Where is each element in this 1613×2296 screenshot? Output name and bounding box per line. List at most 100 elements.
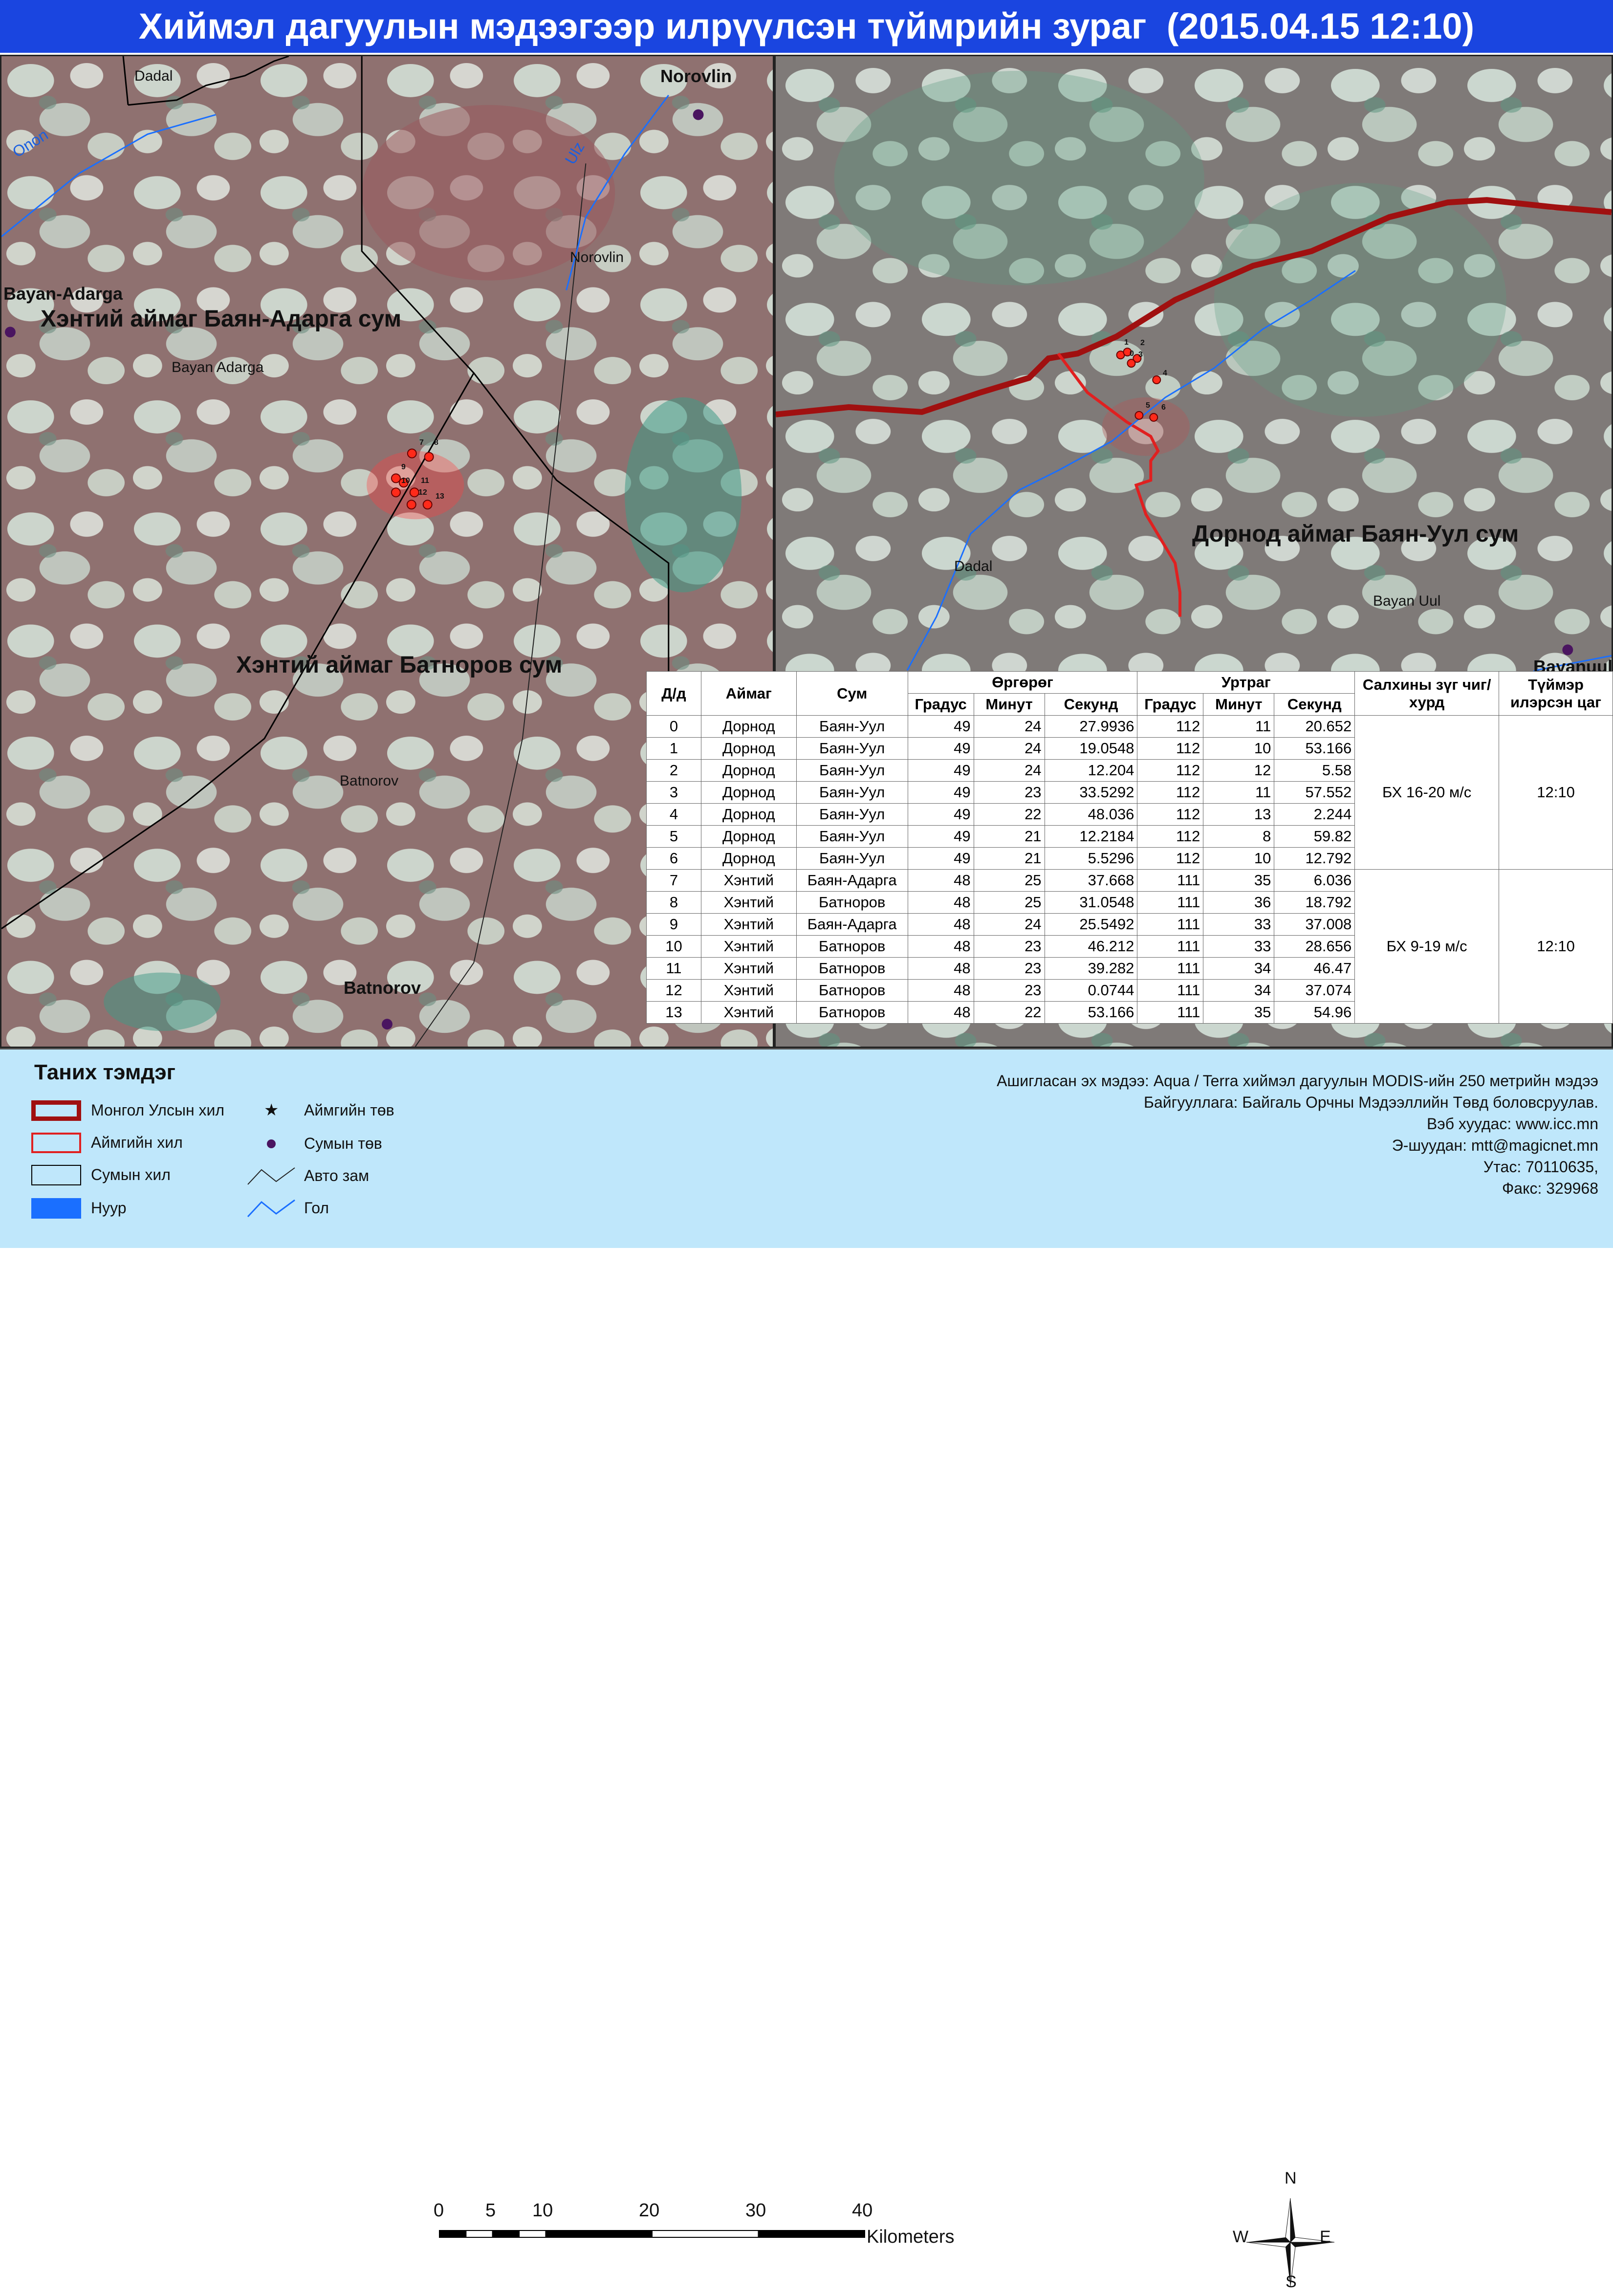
cell-lon-min: 10 <box>1203 737 1275 760</box>
cell-lon-min: 13 <box>1203 803 1275 826</box>
scale-segment <box>492 2230 520 2238</box>
cell-lon-sec: 28.656 <box>1274 935 1355 958</box>
cell-aimag: Дорнод <box>700 781 797 804</box>
place-bayan-adarga: Bayan Adarga <box>172 359 264 375</box>
cell-id: 9 <box>646 913 701 936</box>
cell-lat-min: 21 <box>973 825 1045 848</box>
legend-label-road: Авто зам <box>304 1167 370 1184</box>
cell-soum: Баян-Уул <box>796 847 908 870</box>
cell-soum: Батноров <box>796 979 908 1002</box>
table-row: 7 Хэнтий Баян-Адарга 48 25 37.668 111 35… <box>646 869 1613 1024</box>
header-lon-sec: Секунд <box>1274 693 1355 716</box>
cell-lon-min: 36 <box>1203 891 1275 914</box>
legend-swatch-aimag-border <box>31 1133 81 1153</box>
scale-segment <box>519 2230 546 2238</box>
cell-soum: Баян-Уул <box>796 825 908 848</box>
cell-lat-min: 25 <box>973 891 1045 914</box>
fire-label: 2 <box>1140 339 1145 347</box>
cell-lat-min: 23 <box>973 979 1045 1002</box>
header-time: Түймэр илэрсэн цаг <box>1499 671 1613 716</box>
cell-id: 5 <box>646 825 701 848</box>
place-dadal-left: Dadal <box>134 68 173 84</box>
info-web: Вэб хуудас: www.icc.mn <box>1427 1115 1598 1133</box>
cell-lon-min: 12 <box>1203 759 1275 782</box>
cell-id: 6 <box>646 847 701 870</box>
star-icon: ★ <box>264 1101 279 1119</box>
cell-lat-deg: 48 <box>907 913 974 936</box>
cell-id: 1 <box>646 737 701 760</box>
cell-lat-deg: 49 <box>907 847 974 870</box>
scale-tick: 10 <box>532 2200 553 2221</box>
header-soum: Сум <box>796 671 908 716</box>
cell-aimag: Дорнод <box>700 715 797 738</box>
header-longitude: Уртраг <box>1137 671 1355 694</box>
scale-unit: Kilometers <box>867 2227 955 2247</box>
cell-lon-sec: 2.244 <box>1274 803 1355 826</box>
info-source: Ашигласан эх мэдээ: Aqua / Terra хиймэл … <box>997 1072 1598 1090</box>
scale-tick: 5 <box>485 2200 496 2221</box>
place-bayan-uul: Bayan Uul <box>1373 593 1441 609</box>
cell-aimag: Хэнтий <box>700 935 797 958</box>
cell-id: 2 <box>646 759 701 782</box>
cell-id: 13 <box>646 1001 701 1024</box>
cell-lat-min: 24 <box>973 737 1045 760</box>
cell-lat-min: 24 <box>973 715 1045 738</box>
cell-lon-deg: 112 <box>1137 737 1204 760</box>
cell-lon-deg: 112 <box>1137 847 1204 870</box>
place-bayan-adarga-center: Bayan-Adarga <box>3 284 123 304</box>
cell-lon-deg: 111 <box>1137 913 1204 936</box>
cell-lon-sec: 59.82 <box>1274 825 1355 848</box>
fire-coordinates-table: Д/д Аймаг Сум Өргөрөг Уртраг Салхины зүг… <box>646 671 1613 1024</box>
cell-lat-deg: 49 <box>907 781 974 804</box>
fire-label: 5 <box>1146 401 1150 410</box>
cell-lon-min: 34 <box>1203 979 1275 1002</box>
cell-lat-deg: 48 <box>907 935 974 958</box>
scale-tick: 40 <box>852 2200 873 2221</box>
cell-lat-min: 23 <box>973 781 1045 804</box>
place-norovlin: Norovlin <box>570 249 624 265</box>
cell-lat-sec: 33.5292 <box>1044 781 1138 804</box>
cell-lat-sec: 48.036 <box>1044 803 1138 826</box>
cell-lon-sec: 12.792 <box>1274 847 1355 870</box>
cell-lat-deg: 48 <box>907 1001 974 1024</box>
cell-lon-min: 35 <box>1203 1001 1275 1024</box>
cell-wind: БХ 16-20 м/с <box>1354 715 1500 870</box>
cell-lat-deg: 49 <box>907 715 974 738</box>
cell-lon-sec: 37.008 <box>1274 913 1355 936</box>
cell-lat-deg: 48 <box>907 891 974 914</box>
title-bar: Хиймэл дагуулын мэдээгээр илрүүлсэн түйм… <box>0 0 1613 53</box>
scale-segment <box>545 2230 653 2238</box>
compass-south: S <box>1286 2273 1297 2291</box>
cell-lat-deg: 48 <box>907 869 974 892</box>
header-wind: Салхины зүг чиг/хурд <box>1354 671 1500 716</box>
road-icon <box>247 1167 295 1185</box>
cell-lat-deg: 48 <box>907 979 974 1002</box>
cell-lat-min: 23 <box>973 935 1045 958</box>
cell-soum: Баян-Уул <box>796 803 908 826</box>
cell-lat-sec: 46.212 <box>1044 935 1138 958</box>
header-lon-deg: Градус <box>1137 693 1204 716</box>
fire-label: 13 <box>436 492 444 501</box>
cell-lon-deg: 111 <box>1137 891 1204 914</box>
legend-label-national-border: Монгол Улсын хил <box>91 1101 225 1119</box>
cell-lat-sec: 39.282 <box>1044 957 1138 980</box>
cell-lat-sec: 0.0744 <box>1044 979 1138 1002</box>
cell-lon-sec: 37.074 <box>1274 979 1355 1002</box>
cell-lon-sec: 20.652 <box>1274 715 1355 738</box>
cell-id: 7 <box>646 869 701 892</box>
place-norovlin-center: Norovlin <box>660 66 732 86</box>
cell-aimag: Хэнтий <box>700 979 797 1002</box>
legend-label-soum-center: Сумын төв <box>304 1135 382 1152</box>
cell-lon-sec: 46.47 <box>1274 957 1355 980</box>
cell-soum: Батноров <box>796 957 908 980</box>
cell-aimag: Дорнод <box>700 825 797 848</box>
legend-swatch-soum-border <box>31 1165 81 1185</box>
legend-label-lake: Нуур <box>91 1199 127 1217</box>
cell-lon-min: 33 <box>1203 935 1275 958</box>
cell-soum: Баян-Уул <box>796 737 908 760</box>
fire-label: 8 <box>434 438 438 447</box>
place-batnorov-center: Batnorov <box>344 978 421 998</box>
cell-lat-sec: 27.9936 <box>1044 715 1138 738</box>
cell-lat-min: 24 <box>973 759 1045 782</box>
cell-lon-sec: 54.96 <box>1274 1001 1355 1024</box>
